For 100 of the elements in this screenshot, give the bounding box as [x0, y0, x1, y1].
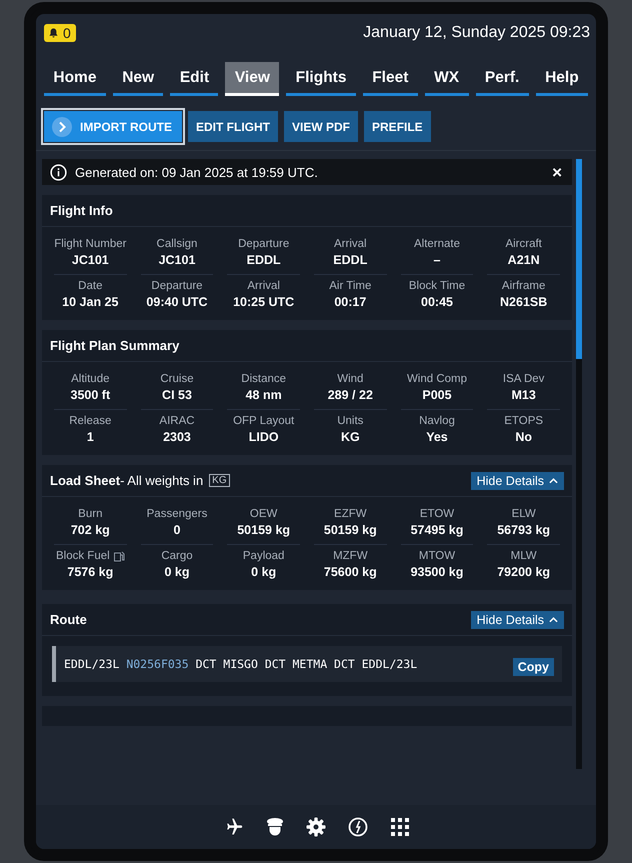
field-value: 289 / 22	[328, 388, 373, 402]
field-label: Air Time	[329, 280, 372, 292]
action-button[interactable]: VIEW PDF	[284, 111, 358, 142]
nav-tab[interactable]: Home	[44, 62, 106, 96]
field-label: Airframe	[502, 280, 546, 292]
field-value: 79200 kg	[497, 565, 550, 579]
field-value: M13	[511, 388, 536, 402]
field-value: 0 kg	[251, 565, 276, 579]
field-label: Cargo	[161, 550, 193, 562]
section-title: Load Sheet- All weights in	[50, 473, 204, 488]
nav-tab[interactable]: View	[225, 62, 280, 96]
field-label: Cruise	[160, 373, 194, 385]
field-value: A21N	[508, 253, 540, 267]
apps-grid-icon[interactable]	[390, 817, 410, 837]
nav-tab[interactable]: WX	[424, 62, 468, 96]
section-title: Flight Info	[50, 203, 113, 218]
field-value: 75600 kg	[324, 565, 377, 579]
field-value: JC101	[72, 253, 109, 267]
pilot-cap-icon[interactable]	[266, 817, 284, 837]
action-button[interactable]: PREFILE	[364, 111, 431, 142]
field-label: ELW	[512, 508, 536, 520]
field-label: Arrival	[247, 280, 280, 292]
field-label: Aircraft	[505, 238, 542, 250]
close-button[interactable]: ×	[550, 164, 564, 180]
field-label: ETOPS	[504, 415, 544, 427]
nav-tab[interactable]: Fleet	[362, 62, 418, 96]
field-label: MZFW	[333, 550, 368, 562]
hide-details-button[interactable]: Hide Details	[470, 472, 564, 490]
nav-tab[interactable]: Edit	[170, 62, 218, 96]
field-value: JC101	[158, 253, 196, 267]
field-value: 0 kg	[164, 565, 190, 579]
field-label: Units	[337, 415, 364, 427]
notice-text: Generated on: 09 Jan 2025 at 19:59 UTC.	[75, 164, 319, 180]
field-label: OFP Layout	[233, 415, 294, 427]
field-label: Block Time	[408, 280, 466, 292]
field-label: Callsign	[156, 238, 198, 250]
nav-tab[interactable]: Flights	[286, 62, 356, 96]
section-title: Flight Plan Summary	[50, 338, 180, 353]
copy-button[interactable]: Copy	[512, 658, 554, 676]
scrollbar[interactable]	[576, 159, 582, 769]
field-label: AIRAC	[159, 415, 195, 427]
field-label: Distance	[241, 373, 286, 385]
field-label: Arrival	[334, 238, 367, 250]
field-value: 1	[86, 430, 94, 444]
chevron-icon	[52, 116, 72, 136]
field-value: 0	[174, 523, 180, 537]
field-value: CI 53	[162, 388, 192, 402]
field-value: –	[434, 253, 440, 267]
section-title: Route	[50, 612, 87, 627]
chevron-up-icon	[549, 616, 558, 622]
settings-icon[interactable]	[306, 817, 326, 837]
field-label: MLW	[510, 550, 537, 562]
field-label: Wind	[337, 373, 364, 385]
info-icon	[50, 164, 67, 180]
field-label: Altitude	[71, 373, 110, 385]
unit-tag: KG	[209, 474, 230, 487]
field-value: 57495 kg	[410, 523, 464, 537]
date-time: January 12, Sunday 2025 09:23	[363, 24, 590, 42]
field-value: KG	[340, 430, 360, 444]
bell-icon	[49, 28, 58, 38]
field-label: OEW	[250, 508, 278, 520]
field-label: Date	[78, 280, 102, 292]
field-value: No	[515, 430, 532, 444]
field-value: 50159 kg	[237, 523, 290, 537]
field-label: Release	[69, 415, 112, 427]
nav-tab[interactable]: Help	[536, 62, 588, 96]
field-label: MTOW	[418, 550, 456, 562]
field-value: 10 Jan 25	[62, 295, 118, 309]
nav-tab[interactable]: Perf.	[476, 62, 529, 96]
field-value: 93500 kg	[410, 565, 464, 579]
field-value: 09:40 UTC	[146, 295, 208, 309]
field-value: P005	[422, 388, 452, 402]
field-label: Passengers	[146, 508, 208, 520]
field-label: Wind Comp	[406, 373, 468, 385]
field-label: Navlog	[419, 415, 455, 427]
field-value: 10:25 UTC	[233, 295, 294, 309]
field-value: 00:17	[334, 295, 366, 309]
field-value: EDDL	[333, 253, 368, 267]
field-value: Yes	[426, 430, 448, 444]
field-value: 7576 kg	[67, 565, 114, 579]
field-label: ETOW	[420, 508, 454, 520]
nav-tab[interactable]: New	[112, 62, 164, 96]
field-value: 48 nm	[246, 388, 282, 402]
field-label: Payload	[242, 550, 284, 562]
action-button[interactable]: EDIT FLIGHT	[188, 111, 278, 142]
hide-details-button[interactable]: Hide Details	[470, 610, 564, 628]
field-label: Departure	[151, 280, 203, 292]
field-value: 50159 kg	[324, 523, 377, 537]
field-label: Block Fuel	[56, 550, 110, 562]
action-button[interactable]: IMPORT ROUTE	[44, 111, 182, 142]
field-value: 56793 kg	[497, 523, 550, 537]
field-value: LIDO	[248, 430, 279, 444]
field-label: Alternate	[414, 238, 460, 250]
chevron-up-icon	[549, 478, 558, 484]
field-label: Flight Number	[54, 238, 126, 250]
field-label: ISA Dev	[502, 373, 544, 385]
field-value: 2303	[163, 430, 191, 444]
notification-badge[interactable]: 0	[44, 24, 76, 42]
field-label: Departure	[238, 238, 290, 250]
field-value: 702 kg	[70, 523, 110, 537]
